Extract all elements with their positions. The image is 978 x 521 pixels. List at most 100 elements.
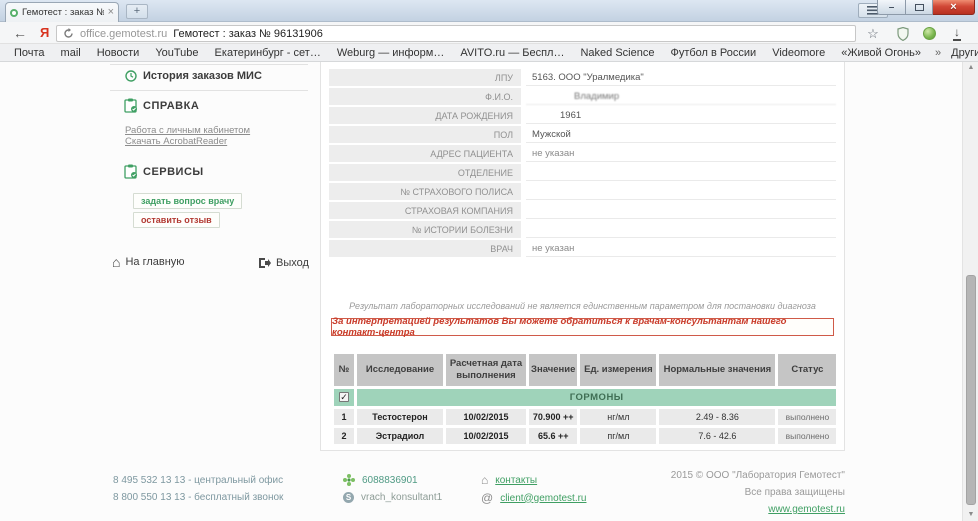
scroll-up-icon[interactable]: ▲ (963, 62, 978, 74)
maximize-button[interactable] (906, 0, 933, 15)
email-row: @ client@gemotest.ru (481, 492, 587, 504)
logout-link[interactable]: Выход (258, 257, 309, 269)
page-title: Гемотест : заказ № 96131906 (173, 28, 323, 40)
scrollbar-thumb[interactable] (966, 275, 976, 505)
cell-date: 10/02/2015 (446, 428, 526, 444)
cell-unit: пг/мл (580, 428, 656, 444)
browser-tab[interactable]: Гемотест : заказ № 96 × (5, 2, 119, 22)
download-icon: ↓ (953, 26, 961, 41)
phone-main-office: 8 495 532 13 13 - центральный офис (113, 475, 283, 486)
leave-review-button[interactable]: оставить отзыв (133, 212, 220, 228)
bookmark-item[interactable]: Naked Science (572, 47, 662, 59)
bookmarks-overflow-icon[interactable]: » (929, 47, 947, 59)
group-checkbox[interactable]: ✓ (339, 392, 349, 402)
section-title: СЕРВИСЫ (143, 166, 204, 178)
bookmark-item[interactable]: YouTube (147, 47, 206, 59)
downloads-button[interactable]: ↓ (948, 25, 966, 42)
sidebar-link-acrobat[interactable]: Скачать AcrobatReader (125, 136, 227, 147)
back-button[interactable]: ← (10, 24, 30, 42)
table-row: 1 Тестостерон 10/02/2015 70.900 ++ нг/мл… (334, 409, 836, 425)
disclaimer-text: Результат лабораторных исследований не я… (321, 301, 844, 311)
col-header: Ед. измерения (580, 354, 656, 386)
form-row: ОТДЕЛЕНИЕ (329, 162, 836, 181)
phone-free-call: 8 800 550 13 13 - бесплатный звонок (113, 492, 283, 503)
field-label: ДАТА РОЖДЕНИЯ (329, 107, 521, 124)
icq-contact: 6088836901 (343, 474, 418, 486)
close-button[interactable]: × (933, 0, 975, 15)
shield-icon (897, 27, 909, 41)
maximize-icon (915, 4, 924, 11)
reload-icon[interactable] (63, 28, 74, 39)
sidebar-item-history[interactable]: История заказов МИС (125, 70, 262, 82)
field-label: АДРЕС ПАЦИЕНТА (329, 145, 521, 162)
site-favicon-icon (10, 9, 18, 17)
yandex-money-icon[interactable] (920, 25, 938, 42)
green-orb-icon (923, 27, 936, 40)
logout-label: Выход (276, 257, 309, 269)
bookmark-item[interactable]: Videomore (764, 47, 833, 59)
form-row: № СТРАХОВОГО ПОЛИСА (329, 181, 836, 200)
form-row: ДАТА РОЖДЕНИЯ 1961 (329, 105, 836, 124)
minimize-button[interactable]: – (877, 0, 906, 15)
ask-doctor-button[interactable]: задать вопрос врачу (133, 193, 242, 209)
bookmark-item[interactable]: Футбол в России (662, 47, 764, 59)
col-header: Статус (778, 354, 836, 386)
sidebar-section-services: СЕРВИСЫ (124, 164, 204, 179)
bookmark-item[interactable]: «Живой Огонь» (833, 47, 929, 59)
field-label: № СТРАХОВОГО ПОЛИСА (329, 183, 521, 200)
bookmark-item[interactable]: AVITO.ru — Беспл… (452, 47, 572, 59)
field-label: ЛПУ (329, 69, 521, 86)
clipboard-icon (124, 98, 137, 113)
sidebar-item-label: История заказов МИС (143, 70, 262, 82)
field-label: ПОЛ (329, 126, 521, 143)
warning-banner: За интерпретацией результатов Вы можете … (331, 318, 834, 336)
icq-flower-icon (343, 474, 355, 486)
tab-title: Гемотест : заказ № 96 (22, 7, 104, 18)
field-value-department (526, 164, 836, 181)
form-row: СТРАХОВАЯ КОМПАНИЯ (329, 200, 836, 219)
exit-icon (258, 257, 271, 269)
url-domain: office.gemotest.ru (80, 28, 167, 40)
bookmark-item[interactable]: Weburg — информ… (329, 47, 453, 59)
bookmark-item[interactable]: Новости (89, 47, 148, 59)
bookmark-item[interactable]: Екатеринбург - сет… (207, 47, 329, 59)
skype-login: vrach_konsultant1 (361, 492, 442, 503)
table-header-row: № Исследование Расчетная дата выполнения… (334, 354, 836, 386)
contacts-link[interactable]: контакты (495, 475, 537, 486)
sidebar-link-cabinet[interactable]: Работа с личным кабинетом (125, 125, 250, 136)
cell-num: 1 (334, 409, 354, 425)
site-link[interactable]: www.gemotest.ru (768, 504, 845, 515)
form-row: ПОЛ Мужской (329, 124, 836, 143)
bookmark-item[interactable]: mail (53, 47, 89, 59)
other-bookmarks-button[interactable]: Другие закладки (947, 47, 978, 59)
email-link[interactable]: client@gemotest.ru (500, 493, 586, 504)
divider (110, 90, 308, 91)
vertical-scrollbar[interactable]: ▲ ▼ (962, 62, 978, 521)
rights-text: Все права защищены (745, 487, 845, 498)
security-shield-icon[interactable] (894, 25, 912, 42)
bookmark-star-icon[interactable]: ☆ (864, 25, 882, 42)
field-value-insurance (526, 202, 836, 219)
icq-number: 6088836901 (362, 475, 418, 486)
new-tab-button[interactable]: + (126, 4, 148, 19)
tab-close-icon[interactable]: × (108, 7, 114, 18)
field-value-doctor: не указан (526, 240, 836, 257)
yandex-logo[interactable]: Я (40, 25, 49, 40)
field-label: ВРАЧ (329, 240, 521, 257)
form-row: Ф.И.О. Владимир (329, 86, 836, 105)
col-header: Расчетная дата выполнения (446, 354, 526, 386)
field-label: СТРАХОВАЯ КОМПАНИЯ (329, 202, 521, 219)
home-link[interactable]: ⌂ На главную (112, 255, 185, 269)
scroll-down-icon[interactable]: ▼ (963, 509, 978, 521)
home-icon: ⌂ (112, 255, 120, 269)
order-panel: ЛПУ 5163. ООО "Уралмедика" Ф.И.О. Владим… (320, 62, 845, 451)
bookmarks-bar: Почта mail Новости YouTube Екатеринбург … (0, 44, 978, 62)
cell-value: 70.900 ++ (529, 409, 577, 425)
at-icon: @ (481, 492, 493, 504)
field-label: Ф.И.О. (329, 88, 521, 105)
address-bar[interactable]: office.gemotest.ru Гемотест : заказ № 96… (56, 25, 856, 42)
clock-icon (125, 70, 137, 82)
field-label: № ИСТОРИИ БОЛЕЗНИ (329, 221, 521, 238)
home-label: На главную (125, 256, 184, 268)
bookmark-item[interactable]: Почта (6, 47, 53, 59)
